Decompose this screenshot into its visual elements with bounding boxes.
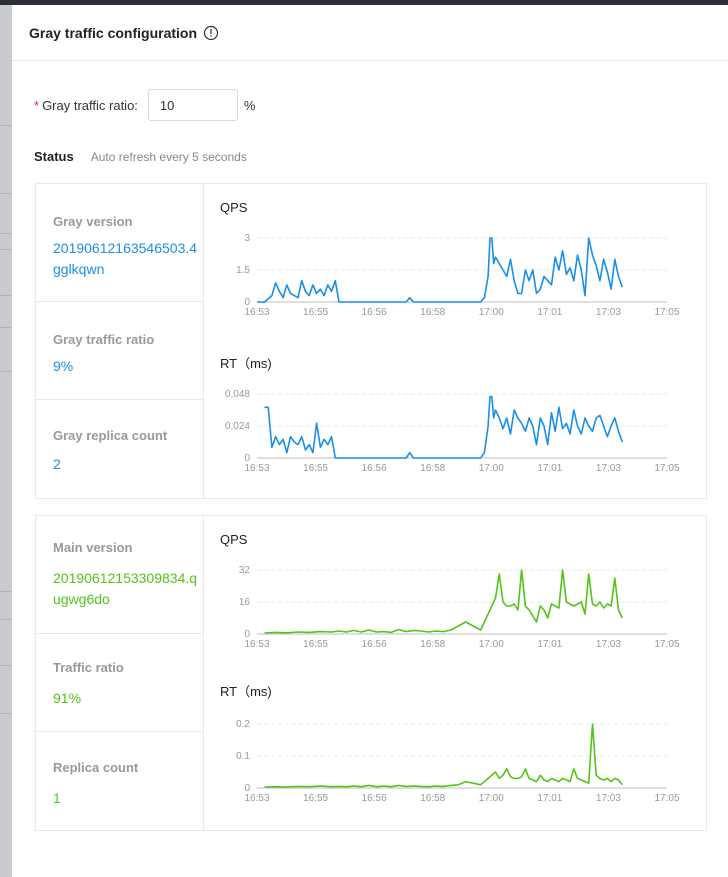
- gray-ratio-stat-label: Gray traffic ratio: [53, 332, 155, 347]
- y-tick-label: 0.024: [225, 421, 250, 432]
- y-tick-label: 16: [239, 597, 251, 608]
- gray-replica-cell: Gray replica count 2: [36, 400, 204, 500]
- gray-replica-label: Gray replica count: [53, 428, 168, 443]
- gray-rt-chart: 00.0240.04816:53 16:55 16:56 16:58 17:00 17:0…: [225, 389, 680, 474]
- x-tick-label: 17:05: [654, 463, 679, 474]
- gray-version-cell: Gray version 20190612163546503.4gglkqwn: [36, 184, 204, 302]
- main-qps-title: QPS: [220, 532, 248, 547]
- x-tick-label: 16:56: [362, 639, 387, 650]
- gray-ratio-label: Gray traffic ratio:: [42, 97, 138, 113]
- percent-unit: %: [243, 97, 256, 113]
- x-tick-label: 17:01: [537, 793, 562, 804]
- gray-qps-title: QPS: [220, 200, 248, 215]
- gray-ratio-form-row: * Gray traffic ratio: %: [34, 89, 255, 121]
- status-title: Status: [34, 149, 74, 164]
- x-tick-label: 17:00: [479, 793, 504, 804]
- gray-version-value: 20190612163546503.4gglkqwn: [53, 240, 198, 277]
- x-tick-label: 16:58: [420, 639, 445, 650]
- x-tick-label: 16:55: [303, 463, 328, 474]
- y-tick-label: 1.5: [236, 265, 250, 276]
- x-tick-label: 16:53: [244, 307, 269, 318]
- x-tick-label: 16:53: [244, 639, 269, 650]
- y-tick-label: 0.048: [225, 389, 250, 400]
- main-replica-value: 1: [53, 790, 61, 806]
- x-tick-label: 16:55: [303, 639, 328, 650]
- x-tick-label: 17:05: [654, 793, 679, 804]
- y-tick-label: 0.2: [236, 719, 250, 730]
- gray-qps-chart: 01.5316:53 16:55 16:56 16:58 17:00 17:01 17:03…: [236, 233, 680, 318]
- y-tick-label: 0.1: [236, 751, 250, 762]
- main-status-panel: Main version 20190612153309834.qugwg6do …: [35, 515, 707, 831]
- x-tick-label: 16:56: [362, 307, 387, 318]
- main-ratio-label: Traffic ratio: [53, 660, 124, 675]
- x-tick-label: 17:00: [479, 307, 504, 318]
- gray-traffic-dialog: Gray traffic configuration * Gray traffi…: [12, 5, 728, 877]
- x-tick-label: 16:53: [244, 793, 269, 804]
- x-tick-label: 16:56: [362, 793, 387, 804]
- main-info-column: Main version 20190612153309834.qugwg6do …: [36, 516, 204, 830]
- main-rt-chart: 00.10.216:53 16:55 16:56 16:58 17:00 17:01 17:…: [236, 719, 680, 804]
- x-tick-label: 16:58: [420, 307, 445, 318]
- x-tick-label: 17:03: [596, 639, 621, 650]
- main-ratio-value: 91%: [53, 690, 82, 706]
- main-ratio-cell: Traffic ratio 91%: [36, 634, 204, 732]
- x-tick-label: 16:58: [420, 793, 445, 804]
- x-tick-label: 17:00: [479, 463, 504, 474]
- x-tick-label: 16:56: [362, 463, 387, 474]
- x-tick-label: 17:01: [537, 639, 562, 650]
- status-subtitle: Auto refresh every 5 seconds: [90, 150, 247, 164]
- x-tick-label: 17:01: [537, 307, 562, 318]
- gray-status-panel: Gray version 20190612163546503.4gglkqwn …: [35, 183, 707, 499]
- x-tick-label: 16:55: [303, 793, 328, 804]
- dialog-header: Gray traffic configuration: [12, 5, 728, 61]
- x-tick-label: 16:55: [303, 307, 328, 318]
- gray-charts: QPS 0 1.5 3 16:53 16:55 16:56 16:58 17:00 17:01 1…: [205, 184, 707, 498]
- x-tick-label: 16:58: [420, 463, 445, 474]
- x-tick-label: 17:05: [654, 307, 679, 318]
- x-tick-label: 16:53: [244, 463, 269, 474]
- main-qps-chart: 0163216:53 16:55 16:56 16:58 17:00 17:01 17:03…: [239, 565, 680, 650]
- series-line: [264, 395, 624, 459]
- gray-ratio-cell: Gray traffic ratio 9%: [36, 302, 204, 400]
- status-heading: Status Auto refresh every 5 seconds: [34, 149, 247, 164]
- main-version-label: Main version: [53, 540, 133, 555]
- gray-version-label: Gray version: [53, 214, 133, 229]
- main-charts: QPS 0 16 32 16:53 16:55 16:56 16:58 17:00 17:01 1…: [205, 516, 707, 830]
- main-replica-label: Replica count: [53, 760, 139, 775]
- info-circle-icon[interactable]: [203, 25, 219, 41]
- main-version-cell: Main version 20190612153309834.qugwg6do: [36, 516, 204, 634]
- x-tick-label: 17:03: [596, 793, 621, 804]
- main-rt-title: RT（ms): [220, 684, 272, 699]
- x-tick-label: 17:01: [537, 463, 562, 474]
- gray-ratio-input[interactable]: [147, 89, 238, 121]
- gray-ratio-stat-value: 9%: [53, 358, 74, 374]
- x-tick-label: 17:03: [596, 307, 621, 318]
- dialog-title: Gray traffic configuration: [29, 24, 198, 41]
- x-tick-label: 17:05: [654, 639, 679, 650]
- gray-rt-title: RT（ms): [220, 356, 272, 371]
- gray-info-column: Gray version 20190612163546503.4gglkqwn …: [36, 184, 204, 498]
- x-tick-label: 17:03: [596, 463, 621, 474]
- y-tick-label: 3: [244, 233, 250, 244]
- background-page-overlay: [0, 5, 12, 877]
- gray-replica-value: 2: [53, 456, 61, 472]
- x-tick-label: 17:00: [479, 639, 504, 650]
- required-asterisk: *: [34, 97, 40, 113]
- main-version-value: 20190612153309834.qugwg6do: [53, 570, 198, 607]
- main-replica-cell: Replica count 1: [36, 732, 204, 832]
- y-tick-label: 32: [239, 565, 251, 576]
